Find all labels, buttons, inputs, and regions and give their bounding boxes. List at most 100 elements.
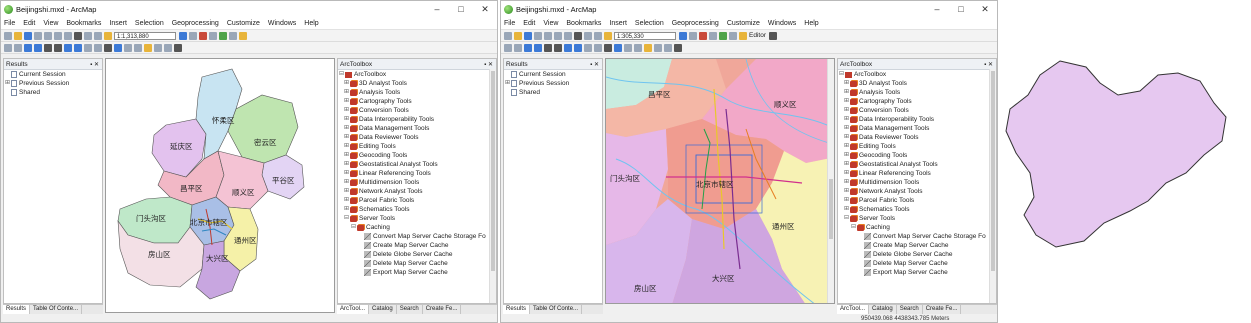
tool-item[interactable]: Delete Globe Server Cache [338, 250, 496, 259]
toolbox-item[interactable]: ⊞ Multidimension Tools [338, 178, 496, 187]
open-icon[interactable] [514, 31, 522, 40]
menu-customize[interactable]: Customize [227, 20, 260, 27]
tab-arctoolbox[interactable]: ArcTool... [837, 305, 870, 314]
tab-create-features[interactable]: Create Fe... [423, 305, 462, 314]
map-view[interactable]: 昌平区 顺义区 门头沟区 北京市辖区 通州区 房山区 大兴区 [605, 58, 835, 304]
vertical-scrollbar[interactable] [489, 69, 496, 303]
results-item[interactable]: ⊞ Previous Session [4, 79, 102, 88]
expander-icon[interactable]: ⊞ [843, 142, 850, 151]
toolset-caching[interactable]: ⊟ Caching [838, 223, 996, 232]
editor-menu[interactable]: Editor [749, 32, 766, 39]
save-icon[interactable] [524, 31, 532, 40]
toolbox-item[interactable]: ⊞ Multidimension Tools [838, 178, 996, 187]
toolbox-item[interactable]: ⊞ Cartography Tools [838, 97, 996, 106]
tool-item[interactable]: Delete Map Server Cache [338, 259, 496, 268]
tool-item[interactable]: Create Map Server Cache [838, 241, 996, 250]
expander-icon[interactable]: ⊞ [343, 88, 350, 97]
toolbox-item[interactable]: ⊞ Geostatistical Analyst Tools [338, 160, 496, 169]
table-of-contents-icon[interactable] [689, 31, 697, 40]
toolbox-item[interactable]: ⊞ Network Analyst Tools [338, 187, 496, 196]
toolbox-item[interactable]: ⊞ Geocoding Tools [838, 151, 996, 160]
arctoolbox-icon[interactable] [699, 31, 707, 40]
expander-icon[interactable]: ⊞ [343, 106, 350, 115]
cut-icon[interactable] [544, 31, 552, 40]
tool-item[interactable]: Export Map Server Cache [338, 268, 496, 277]
delete-icon[interactable] [74, 31, 82, 40]
toolbox-item[interactable]: ⊞ Editing Tools [838, 142, 996, 151]
expander-icon[interactable]: ⊞ [843, 187, 850, 196]
toolbox-item[interactable]: ⊞ Cartography Tools [338, 97, 496, 106]
time-slider-icon[interactable] [174, 43, 182, 52]
open-icon[interactable] [14, 31, 22, 40]
python-icon[interactable] [729, 31, 737, 40]
expander-icon[interactable]: ⊞ [343, 187, 350, 196]
fixed-zoom-out-icon[interactable] [554, 43, 562, 52]
tab-results[interactable]: Results [503, 305, 531, 314]
clear-selection-icon[interactable] [594, 43, 602, 52]
toolbox-item[interactable]: ⊞ 3D Analyst Tools [338, 79, 496, 88]
expander-icon[interactable]: ⊞ [843, 88, 850, 97]
paste-icon[interactable] [564, 31, 572, 40]
editor-toolbar-icon[interactable] [679, 31, 687, 40]
menu-selection[interactable]: Selection [635, 20, 664, 27]
pin-icon[interactable]: ▪ ✕ [90, 61, 99, 68]
save-icon[interactable] [24, 31, 32, 40]
tab-create-features[interactable]: Create Fe... [923, 305, 962, 314]
toolbox-item[interactable]: ⊞ Data Reviewer Tools [838, 133, 996, 142]
go-to-xy-icon[interactable] [664, 43, 672, 52]
results-item[interactable]: Shared [4, 88, 102, 97]
back-extent-icon[interactable] [564, 43, 572, 52]
toolbox-item[interactable]: ⊟ Server Tools [838, 214, 996, 223]
select-features-icon[interactable] [584, 43, 592, 52]
undo-icon[interactable] [84, 31, 92, 40]
tab-arctoolbox[interactable]: ArcTool... [337, 305, 370, 314]
tool-item[interactable]: Delete Globe Server Cache [838, 250, 996, 259]
tool-item[interactable]: Delete Map Server Cache [838, 259, 996, 268]
python-icon[interactable] [229, 31, 237, 40]
menu-view[interactable]: View [43, 20, 58, 27]
expander-icon[interactable]: ⊞ [843, 169, 850, 178]
pan-icon[interactable] [24, 43, 32, 52]
map-vertical-scrollbar[interactable] [827, 59, 834, 303]
search-icon[interactable] [219, 31, 227, 40]
add-data-icon[interactable] [104, 31, 112, 40]
expander-icon[interactable]: ⊞ [843, 124, 850, 133]
hyperlink-icon[interactable] [644, 43, 652, 52]
toolset-caching[interactable]: ⊟ Caching [338, 223, 496, 232]
toolbox-item[interactable]: ⊞ Analysis Tools [338, 88, 496, 97]
forward-extent-icon[interactable] [574, 43, 582, 52]
tool-item[interactable]: Convert Map Server Cache Storage Fo [338, 232, 496, 241]
select-features-icon[interactable] [84, 43, 92, 52]
toolbox-root[interactable]: ⊟ ArcToolbox [338, 70, 496, 79]
toolbox-item[interactable]: ⊞ Data Interoperability Tools [338, 115, 496, 124]
menu-help[interactable]: Help [304, 20, 318, 27]
expander-icon[interactable]: ⊞ [343, 151, 350, 160]
toolbox-item[interactable]: ⊞ Geocoding Tools [338, 151, 496, 160]
pin-icon[interactable]: ▪ ✕ [590, 61, 599, 68]
maximize-button[interactable]: □ [449, 1, 473, 17]
back-extent-icon[interactable] [64, 43, 72, 52]
redo-icon[interactable] [594, 31, 602, 40]
menu-geoprocessing[interactable]: Geoprocessing [672, 20, 719, 27]
forward-extent-icon[interactable] [74, 43, 82, 52]
tab-search[interactable]: Search [397, 305, 423, 314]
tab-results[interactable]: Results [3, 305, 31, 314]
toolbox-item[interactable]: ⊞ Network Analyst Tools [838, 187, 996, 196]
expander-icon[interactable]: ⊞ [343, 124, 350, 133]
undo-icon[interactable] [584, 31, 592, 40]
hyperlink-icon[interactable] [144, 43, 152, 52]
tab-catalog[interactable]: Catalog [869, 305, 897, 314]
menu-file[interactable]: File [504, 20, 515, 27]
menu-windows[interactable]: Windows [268, 20, 296, 27]
toolbox-item[interactable]: ⊞ Conversion Tools [338, 106, 496, 115]
expander-icon[interactable]: ⊞ [343, 133, 350, 142]
copy-icon[interactable] [554, 31, 562, 40]
toolbox-item[interactable]: ⊞ Schematics Tools [338, 205, 496, 214]
menu-geoprocessing[interactable]: Geoprocessing [172, 20, 219, 27]
tool-item[interactable]: Convert Map Server Cache Storage Fo [838, 232, 996, 241]
find-icon[interactable] [654, 43, 662, 52]
new-icon[interactable] [504, 31, 512, 40]
expander-icon[interactable]: ⊞ [343, 115, 350, 124]
expander-icon[interactable]: ⊞ [843, 160, 850, 169]
expander-icon[interactable]: ⊞ [343, 178, 350, 187]
